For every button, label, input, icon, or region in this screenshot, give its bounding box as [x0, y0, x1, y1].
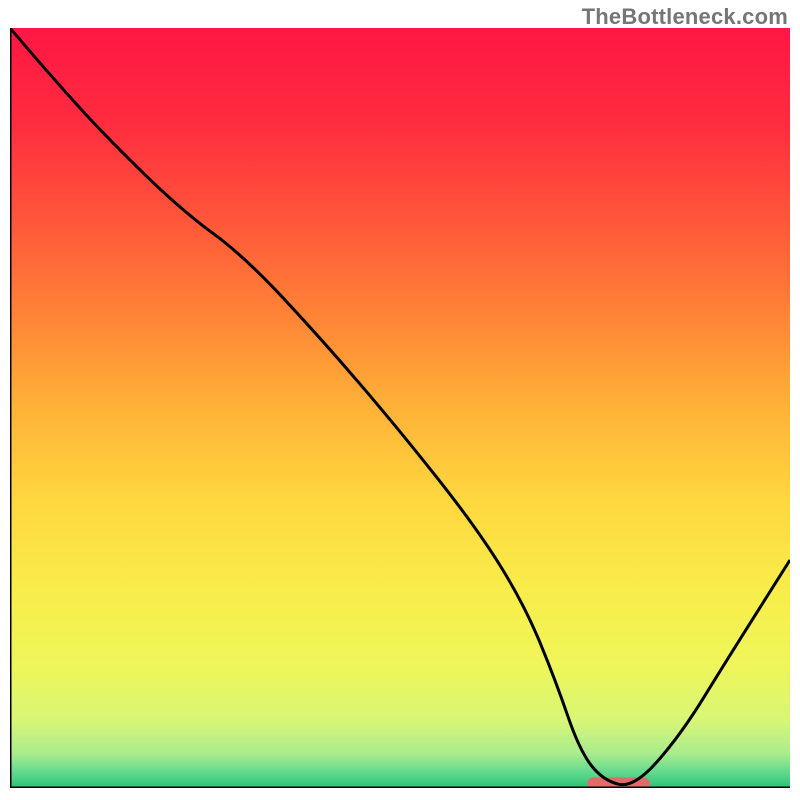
bottleneck-plot	[10, 28, 790, 788]
chart-container: TheBottleneck.com	[0, 0, 800, 800]
gradient-background	[10, 28, 790, 788]
watermark-text: TheBottleneck.com	[582, 4, 788, 30]
plot-svg	[10, 28, 790, 788]
